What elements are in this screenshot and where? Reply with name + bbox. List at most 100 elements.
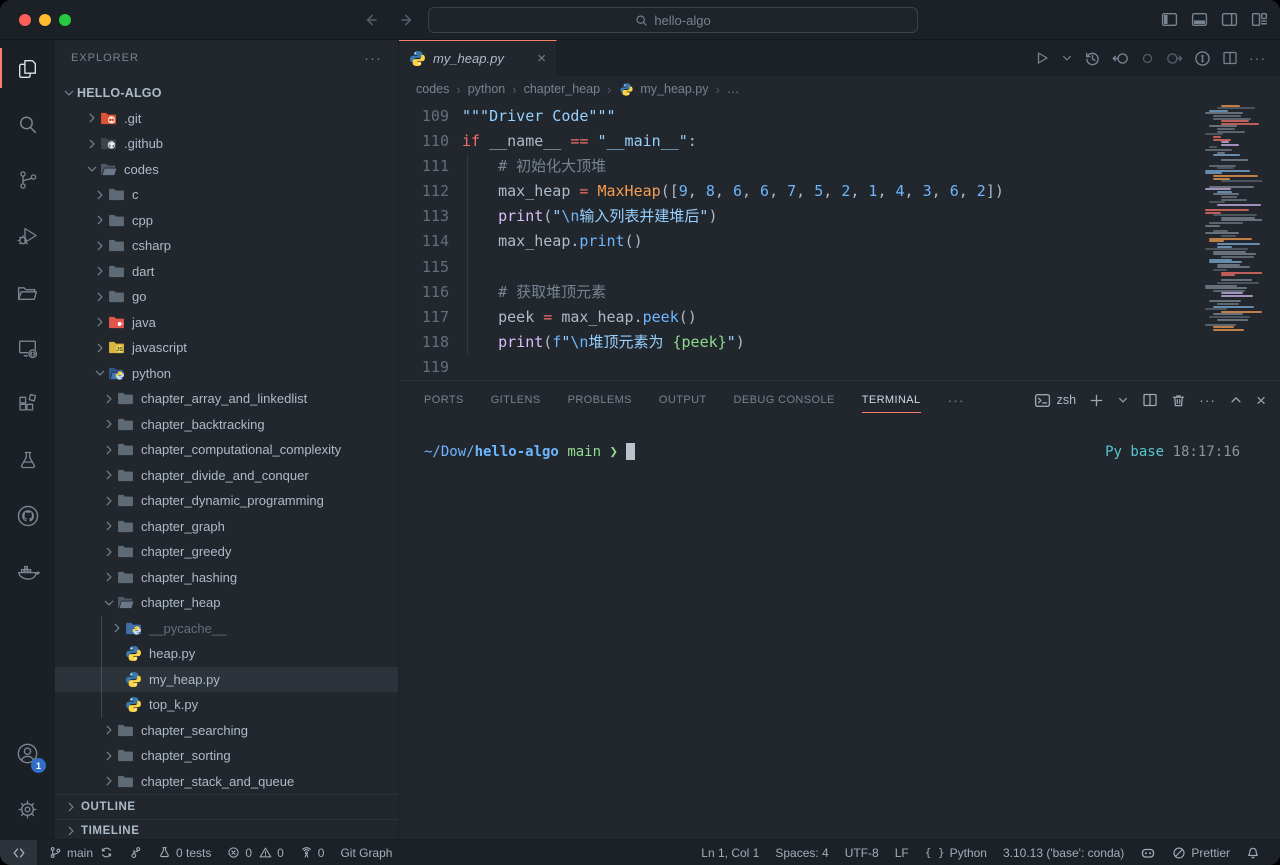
activity-remote-explorer[interactable] [0,320,55,376]
activity-explorer[interactable] [0,40,55,96]
customize-layout-icon[interactable] [1251,11,1268,28]
tree-item-csharp[interactable]: csharp [55,233,398,259]
python-interpreter[interactable]: 3.10.13 ('base': conda) [995,846,1132,860]
tree-item--pycache-[interactable]: __pycache__ [55,616,398,642]
close-panel-icon[interactable]: × [1256,392,1266,409]
code-editor[interactable]: 109"""Driver Code"""110if __name__ == "_… [399,102,1280,380]
cursor-position[interactable]: Ln 1, Col 1 [693,846,767,860]
navigate-forward-icon[interactable] [398,11,416,29]
launch-profile-dropdown-icon[interactable] [1117,394,1129,406]
eol[interactable]: LF [887,846,917,860]
tree-item-python[interactable]: python [55,361,398,387]
indentation[interactable]: Spaces: 4 [767,846,836,860]
panel-tab-ports[interactable]: PORTS [424,381,464,419]
tree-item-chapter-graph[interactable]: chapter_graph [55,514,398,540]
activity-source-control[interactable] [0,152,55,208]
tree-item-go[interactable]: go [55,284,398,310]
breadcrumb-my-heap-py[interactable]: my_heap.py [618,81,708,98]
minimize-window-button[interactable] [39,14,51,26]
git-graph[interactable]: Git Graph [332,840,400,865]
close-window-button[interactable] [19,14,31,26]
compare-with-previous-icon[interactable] [1112,50,1129,67]
gitlens[interactable] [121,840,150,865]
activity-run-and-debug[interactable] [0,208,55,264]
new-terminal-icon[interactable] [1089,393,1104,408]
activity-docker[interactable] [0,544,55,600]
toggle-panel-icon[interactable] [1191,11,1208,28]
language-mode[interactable]: { }Python [917,846,995,860]
kill-terminal-icon[interactable] [1171,393,1186,408]
activity-github[interactable] [0,488,55,544]
terminal[interactable]: ~/Dow/hello-algo main ❯ Py base 18:17:16 [399,419,1280,839]
navigate-back-icon[interactable] [362,11,380,29]
activity-project-manager[interactable] [0,264,55,320]
activity-accounts[interactable]: 1 [0,725,55,781]
run-dropdown-icon[interactable] [1061,52,1073,64]
tree-item-chapter-computational-complexity[interactable]: chapter_computational_complexity [55,437,398,463]
tab-my-heap-py[interactable]: my_heap.py × [399,40,557,76]
tree-item-chapter-array-and-linkedlist[interactable]: chapter_array_and_linkedlist [55,386,398,412]
tree-item-c[interactable]: c [55,182,398,208]
git-branch[interactable]: main [41,840,121,865]
panel-tab-debug-console[interactable]: DEBUG CONSOLE [734,381,835,419]
panel-tab-output[interactable]: OUTPUT [659,381,707,419]
tree-item-chapter-greedy[interactable]: chapter_greedy [55,539,398,565]
tree-item-chapter-divide-and-conquer[interactable]: chapter_divide_and_conquer [55,463,398,489]
tree-item-javascript[interactable]: JSjavascript [55,335,398,361]
tree-item-chapter-sorting[interactable]: chapter_sorting [55,743,398,769]
split-terminal-icon[interactable] [1142,392,1158,408]
copilot[interactable] [1132,845,1164,861]
remote-indicator[interactable] [0,840,37,865]
tree-item-java[interactable]: java [55,310,398,336]
compare-with-next-icon[interactable] [1166,50,1183,67]
tree-item--github[interactable]: .github [55,131,398,157]
tree-root-hello-algo[interactable]: HELLO-ALGO [55,80,398,106]
zoom-window-button[interactable] [59,14,71,26]
tree-item-dart[interactable]: dart [55,259,398,285]
breadcrumb-python[interactable]: python [468,82,506,96]
close-tab-icon[interactable]: × [537,51,546,66]
toggle-secondary-sidebar-icon[interactable] [1221,11,1238,28]
activity-settings[interactable] [0,781,55,837]
panel-tabs-more[interactable]: ··· [948,392,965,408]
activity-search[interactable] [0,96,55,152]
tree-item-chapter-searching[interactable]: chapter_searching [55,718,398,744]
terminal-picker-icon[interactable] [1034,392,1051,409]
breadcrumb-chapter-heap[interactable]: chapter_heap [524,82,600,96]
tree-item-chapter-stack-and-queue[interactable]: chapter_stack_and_queue [55,769,398,795]
problems[interactable]: 00 [219,840,291,865]
prettier[interactable]: Prettier [1164,846,1238,860]
tree-item-cpp[interactable]: cpp [55,208,398,234]
panel-tab-terminal[interactable]: TERMINAL [862,381,921,419]
activity-testing[interactable] [0,432,55,488]
breadcrumb--[interactable]: … [727,82,740,96]
run-python-file-icon[interactable] [1034,50,1050,66]
tree-item-codes[interactable]: codes [55,157,398,183]
gitlens-graph-icon[interactable] [1194,50,1211,67]
tests[interactable]: 0 tests [150,840,219,865]
file-history-icon[interactable] [1084,50,1101,67]
tree-item-chapter-heap[interactable]: chapter_heap [55,590,398,616]
panel-tab-problems[interactable]: PROBLEMS [568,381,632,419]
toggle-primary-sidebar-icon[interactable] [1161,11,1178,28]
panel-tab-gitlens[interactable]: GITLENS [491,381,541,419]
tree-item-chapter-hashing[interactable]: chapter_hashing [55,565,398,591]
tree-item-chapter-backtracking[interactable]: chapter_backtracking [55,412,398,438]
tree-item-heap-py[interactable]: heap.py [55,641,398,667]
section-outline[interactable]: OUTLINE [55,794,398,819]
maximize-panel-icon[interactable] [1229,393,1243,407]
more-actions-icon[interactable]: ··· [1249,51,1266,65]
broadcast[interactable]: 0 [292,840,333,865]
split-editor-icon[interactable] [1222,50,1238,66]
activity-extensions[interactable] [0,376,55,432]
tree-item-top-k-py[interactable]: top_k.py [55,692,398,718]
encoding[interactable]: UTF-8 [837,846,887,860]
tree-item-chapter-dynamic-programming[interactable]: chapter_dynamic_programming [55,488,398,514]
explorer-more-actions[interactable]: ··· [364,50,382,67]
tree-item-my-heap-py[interactable]: my_heap.py [55,667,398,693]
tree-item--git[interactable]: .git [55,106,398,132]
minimap[interactable] [1205,102,1262,336]
section-timeline[interactable]: TIMELINE [55,819,398,840]
notifications[interactable] [1238,846,1268,860]
breadcrumb-codes[interactable]: codes [416,82,449,96]
